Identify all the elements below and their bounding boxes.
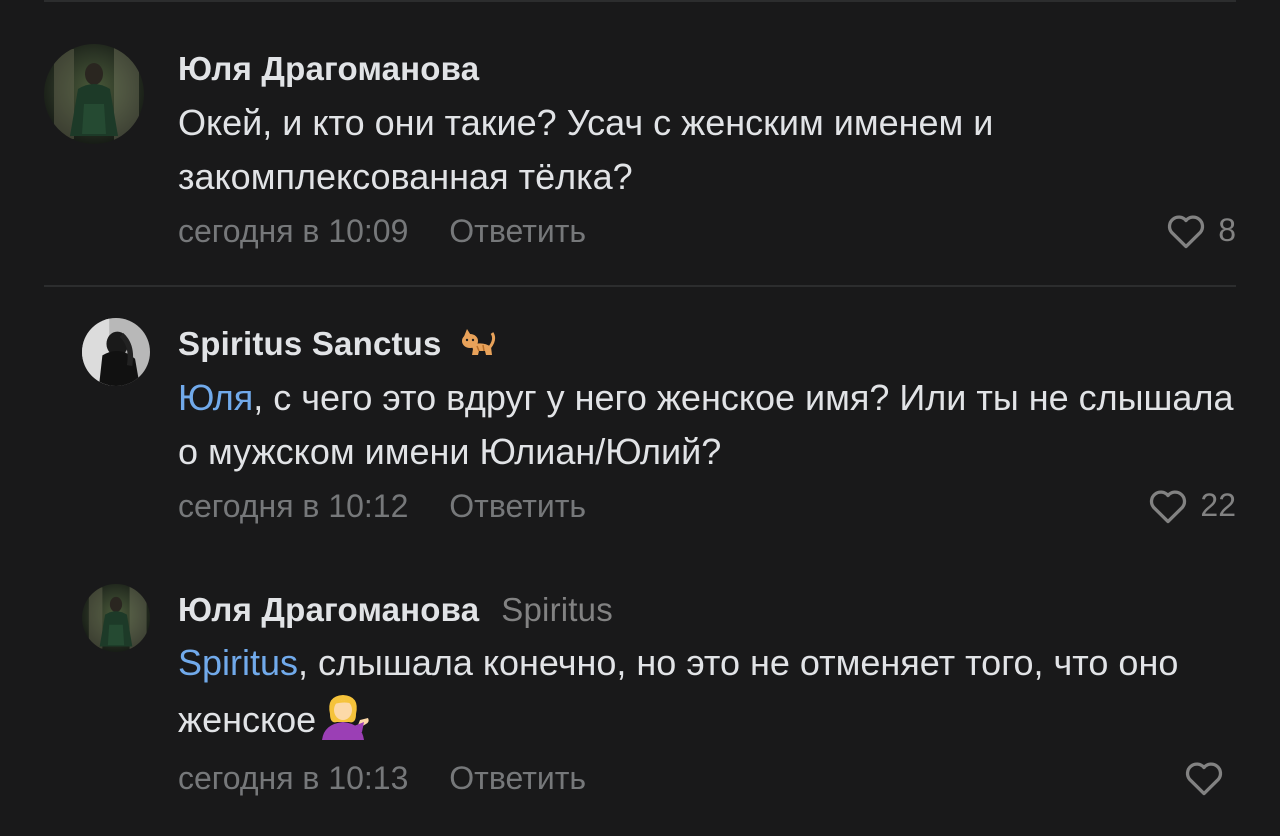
comment-text: Spiritus, слышала конечно, но это не отм… bbox=[178, 636, 1238, 747]
author-name[interactable]: Юля Драгоманова bbox=[178, 591, 479, 628]
like-count: 8 bbox=[1218, 212, 1236, 248]
author-name[interactable]: Юля Драгоманова bbox=[178, 50, 479, 87]
comment-text: Юля, с чего это вдруг у него женское имя… bbox=[178, 371, 1238, 479]
comments-page: Юля Драгоманова Окей, и кто они такие? У… bbox=[0, 0, 1280, 836]
reply-button[interactable]: Ответить bbox=[449, 760, 586, 796]
reply-button[interactable]: Ответить bbox=[449, 213, 586, 249]
mention-link[interactable]: Spiritus bbox=[178, 642, 298, 683]
like-button[interactable]: 8 bbox=[1166, 212, 1236, 249]
comment-text: Окей, и кто они такие? Усач с женским им… bbox=[178, 96, 1238, 204]
like-button[interactable]: 22 bbox=[1148, 487, 1236, 524]
tipping-hand-woman-emoji bbox=[322, 695, 369, 740]
like-button[interactable] bbox=[1184, 760, 1236, 796]
timestamp: сегодня в 10:09 bbox=[178, 213, 409, 249]
like-count: 22 bbox=[1200, 487, 1236, 523]
reply-button[interactable]: Ответить bbox=[449, 488, 586, 524]
avatar[interactable] bbox=[82, 584, 150, 652]
heart-icon bbox=[1168, 215, 1205, 248]
comment-divider bbox=[44, 285, 1236, 287]
reply-to-name[interactable]: Spiritus bbox=[501, 591, 613, 628]
avatar[interactable] bbox=[44, 44, 144, 144]
heart-icon bbox=[1150, 490, 1187, 523]
author-name[interactable]: Spiritus Sanctus bbox=[178, 325, 442, 362]
mention-link[interactable]: Юля bbox=[178, 377, 253, 418]
comment-body: Окей, и кто они такие? Усач с женским им… bbox=[178, 102, 994, 197]
timestamp: сегодня в 10:12 bbox=[178, 488, 409, 524]
timestamp: сегодня в 10:13 bbox=[178, 760, 409, 796]
heart-icon bbox=[1185, 762, 1223, 796]
comment-body: , с чего это вдруг у него женское имя? И… bbox=[178, 377, 1234, 472]
top-divider bbox=[44, 0, 1236, 2]
cat-icon bbox=[461, 329, 496, 355]
avatar[interactable] bbox=[82, 318, 150, 386]
